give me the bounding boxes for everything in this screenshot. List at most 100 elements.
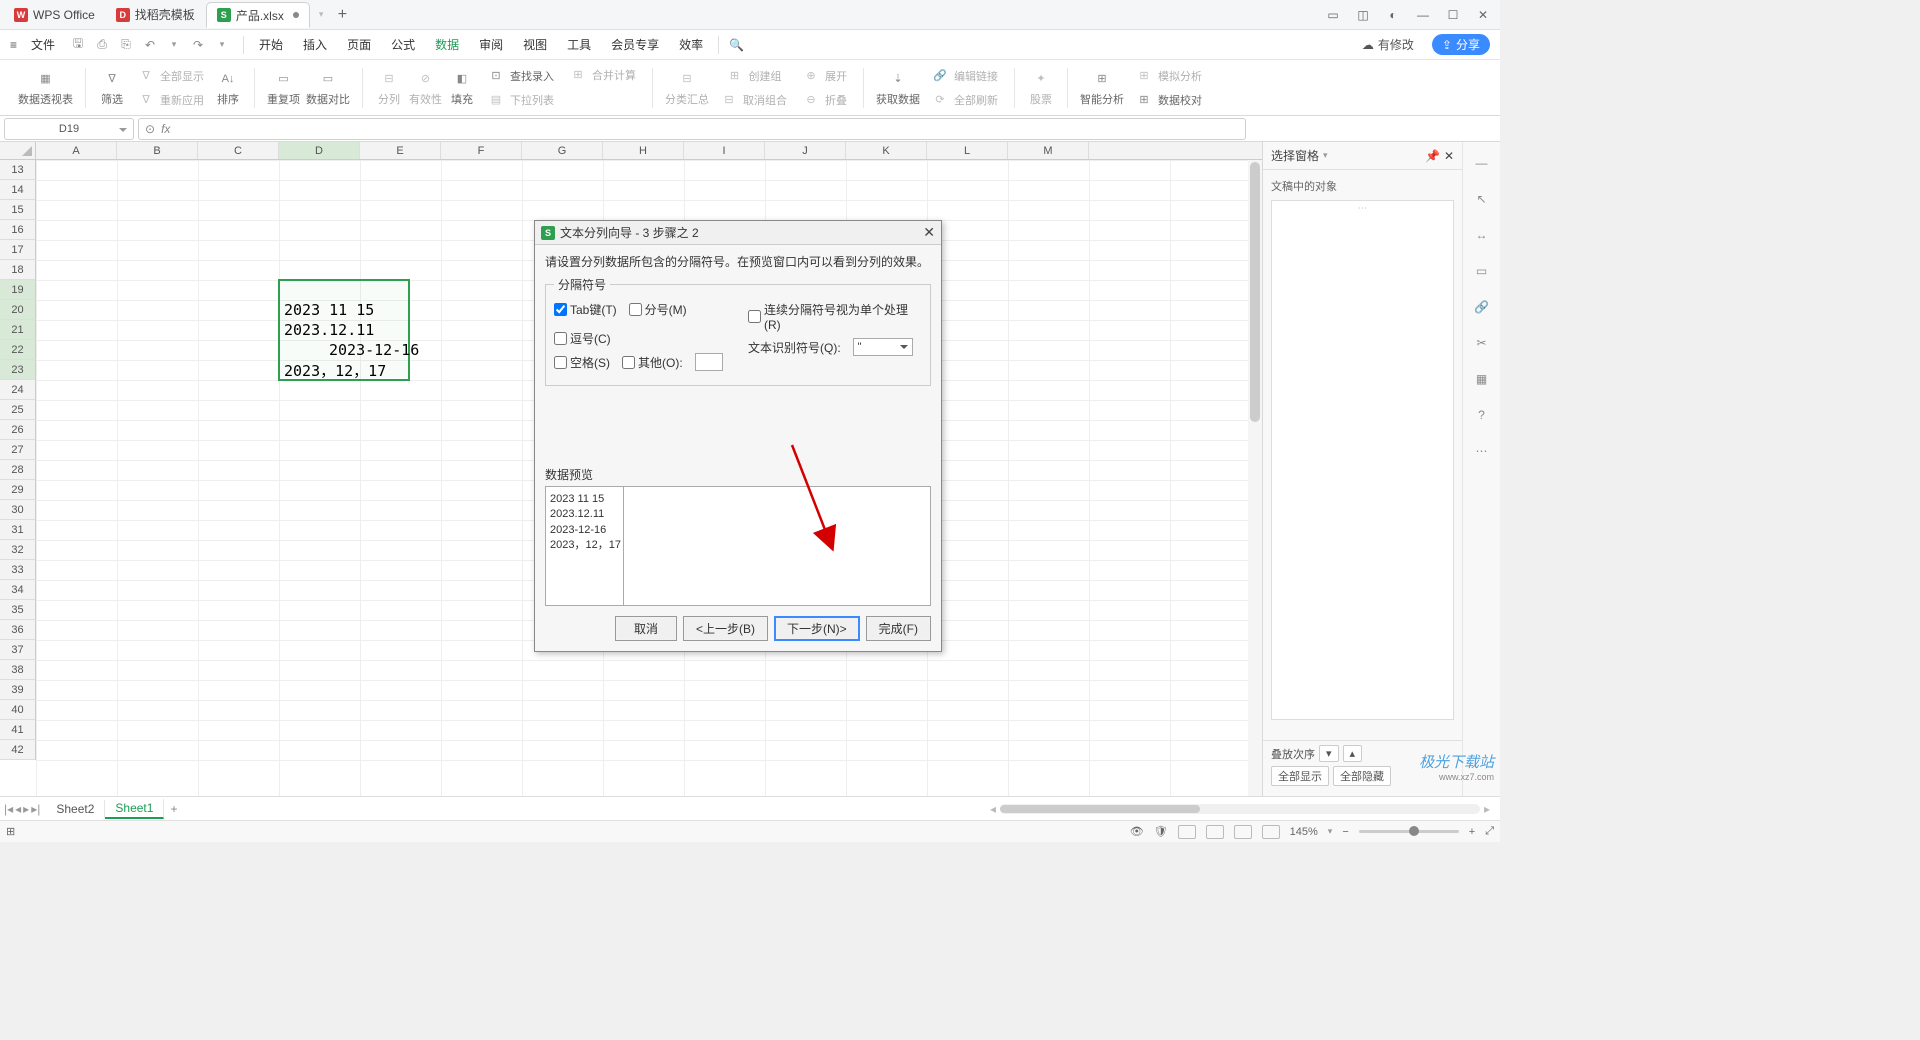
expand-button[interactable]: ⊕展开 [797,65,851,87]
reapply-button[interactable]: ∇重新应用 [132,89,208,111]
tab-page[interactable]: 页面 [338,32,380,57]
row-header-22[interactable]: 22 [0,340,36,360]
menu-hamburger-icon[interactable]: ≡ [4,34,23,56]
cell-D20[interactable]: 2023 11 15 [281,300,377,320]
pin-icon[interactable]: 📌 [1425,149,1440,163]
page-icon[interactable]: ▭ [1471,260,1493,282]
row-header-18[interactable]: 18 [0,260,36,280]
row-header-25[interactable]: 25 [0,400,36,420]
cell-D22[interactable]: 2023-12-16 [326,340,422,360]
row-header-34[interactable]: 34 [0,580,36,600]
layout-icon[interactable]: ▭ [1324,8,1342,22]
tab-insert[interactable]: 插入 [294,32,336,57]
tab-view[interactable]: 视图 [514,32,556,57]
row-header-41[interactable]: 41 [0,720,36,740]
show-all-button[interactable]: 全部显示 [1271,766,1329,786]
tab-data[interactable]: 数据 [426,32,468,57]
col-header-J[interactable]: J [765,142,846,159]
consecutive-checkbox[interactable]: 连续分隔符号视为单个处理(R) [748,301,922,332]
row-headers[interactable]: 1314151617181920212223242526272829303132… [0,160,36,796]
horizontal-scrollbar[interactable]: ◂ ▸ [183,802,1496,816]
minimize-button[interactable]: — [1414,8,1432,22]
cancel-fn-icon[interactable]: ⊙ [145,122,155,136]
dialog-close-button[interactable]: ✕ [923,224,935,241]
objects-list[interactable]: ⋯ [1271,200,1454,720]
search-icon[interactable]: 🔍 [725,38,748,52]
link-icon[interactable]: 🔗 [1471,296,1493,318]
datacheck-button[interactable]: ⊞数据校对 [1130,89,1206,111]
fill-button[interactable]: ◧填充 [448,64,476,112]
tab-home[interactable]: 开始 [250,32,292,57]
row-header-32[interactable]: 32 [0,540,36,560]
row-header-16[interactable]: 16 [0,220,36,240]
first-sheet-icon[interactable]: |◂ [4,802,13,816]
row-header-13[interactable]: 13 [0,160,36,180]
col-header-F[interactable]: F [441,142,522,159]
view-normal-button[interactable] [1178,825,1196,839]
other-checkbox[interactable]: 其他(O): [622,354,683,371]
sheet-tab-sheet2[interactable]: Sheet2 [46,800,105,818]
sort-button[interactable]: A↓排序 [214,64,242,112]
panel-close-icon[interactable]: ✕ [1444,149,1454,163]
dropdown-list-button[interactable]: ▤下拉列表 [482,89,558,111]
row-header-17[interactable]: 17 [0,240,36,260]
row-header-40[interactable]: 40 [0,700,36,720]
tab-efficiency[interactable]: 效率 [670,32,712,57]
col-header-K[interactable]: K [846,142,927,159]
fx-icon[interactable]: fx [161,122,170,136]
col-header-E[interactable]: E [360,142,441,159]
close-button[interactable]: ✕ [1474,8,1492,22]
refresh-all-button[interactable]: ⟳全部刷新 [926,89,1002,111]
row-header-23[interactable]: 23 [0,360,36,380]
redo-icon[interactable]: ↷ [189,36,207,54]
row-header-42[interactable]: 42 [0,740,36,760]
file-menu[interactable]: 文件 [23,33,63,56]
getdata-button[interactable]: ⇣获取数据 [876,64,920,112]
dup-button[interactable]: ▭重复项 [267,64,300,112]
col-header-D[interactable]: D [279,142,360,159]
edit-link-button[interactable]: 🔗编辑链接 [926,65,1002,87]
stack-down-button[interactable]: ▾ [1319,745,1339,762]
cell-D21[interactable]: 2023.12.11 [281,320,377,340]
undo-icon[interactable]: ↶ [141,36,159,54]
cell-D23[interactable]: 2023，12，17 [281,360,389,380]
dashboard-icon[interactable]: ▦ [1471,368,1493,390]
save-icon[interactable]: 🖫 [69,36,87,54]
tab-tools[interactable]: 工具 [558,32,600,57]
row-header-36[interactable]: 36 [0,620,36,640]
view-break-button[interactable] [1234,825,1252,839]
ungroup-button[interactable]: ⊟取消组合 [715,89,791,111]
back-button[interactable]: <上一步(B) [683,616,768,641]
col-header-L[interactable]: L [927,142,1008,159]
col-header-A[interactable]: A [36,142,117,159]
collapse-panel-icon[interactable]: — [1471,152,1493,174]
zoom-slider[interactable] [1359,830,1459,833]
finish-button[interactable]: 完成(F) [866,616,931,641]
select-all-corner[interactable] [0,142,36,160]
smart-button[interactable]: ⊞智能分析 [1080,64,1124,112]
row-header-29[interactable]: 29 [0,480,36,500]
zoom-value[interactable]: 145% [1290,826,1318,838]
valid-button[interactable]: ⊘有效性 [409,64,442,112]
row-header-33[interactable]: 33 [0,560,36,580]
help-icon[interactable]: ? [1471,404,1493,426]
col-header-I[interactable]: I [684,142,765,159]
column-headers[interactable]: ABCDEFGHIJKLM [36,142,1262,160]
vertical-scrollbar[interactable] [1248,160,1262,796]
fit-icon[interactable]: ⤢ [1485,825,1494,838]
eye-icon[interactable]: 👁 [1130,825,1144,838]
tab-review[interactable]: 审阅 [470,32,512,57]
row-header-15[interactable]: 15 [0,200,36,220]
collapse-button[interactable]: ⊖折叠 [797,89,851,111]
row-header-30[interactable]: 30 [0,500,36,520]
app-tab-product[interactable]: S 产品.xlsx [206,2,310,28]
find-entry-button[interactable]: ⊡查找录入 [482,65,558,87]
filter-button[interactable]: ∇筛选 [98,64,126,112]
nav-icon[interactable]: ↔ [1471,224,1493,246]
tab-checkbox[interactable]: Tab键(T) [554,301,617,318]
shield-icon[interactable]: 🛡 [1154,825,1168,838]
formula-input[interactable]: ⊙ fx [138,118,1246,140]
zoom-in-button[interactable]: + [1469,826,1475,838]
row-header-20[interactable]: 20 [0,300,36,320]
panel-dropdown-icon[interactable]: ▾ [1323,150,1328,161]
